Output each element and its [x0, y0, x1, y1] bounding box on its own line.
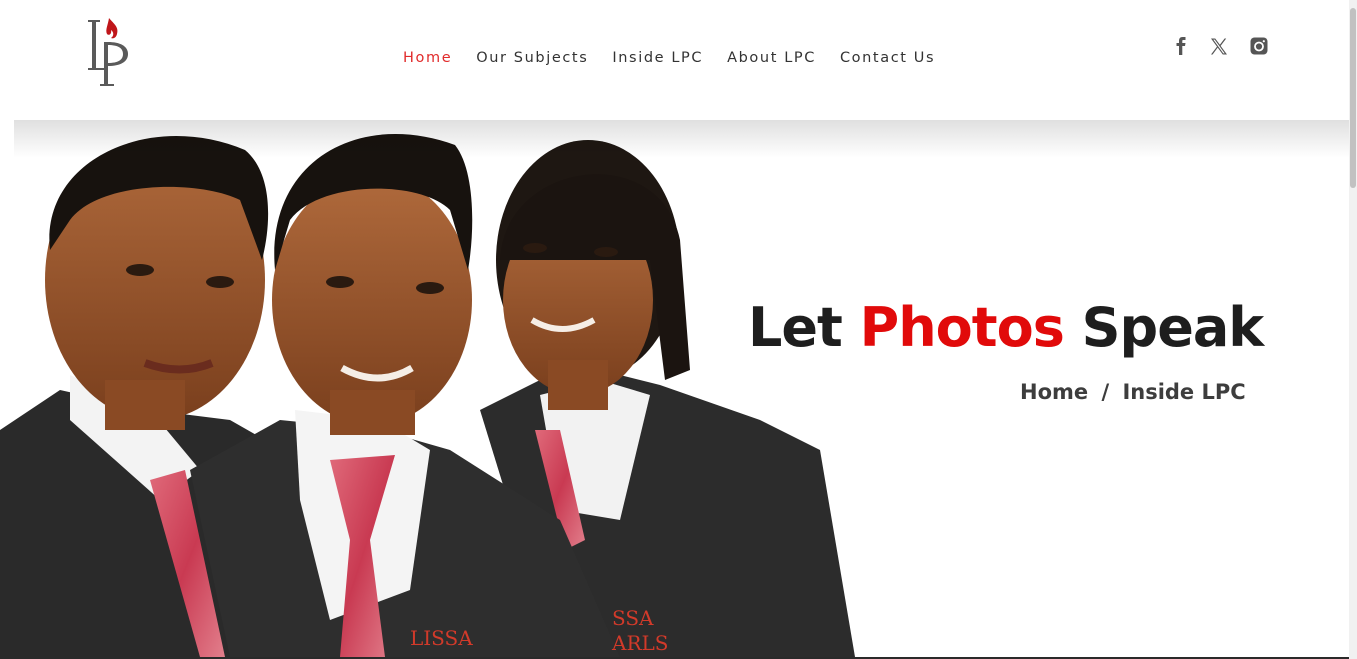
site-header: Home Our Subjects Inside LPC About LPC C…	[0, 0, 1349, 120]
breadcrumb: Home / Inside LPC	[1020, 380, 1246, 404]
title-part-2: Speak	[1063, 296, 1265, 359]
title-part-1: Let	[748, 296, 860, 359]
instagram-icon[interactable]	[1248, 35, 1270, 57]
nav-our-subjects[interactable]: Our Subjects	[476, 50, 588, 66]
main-nav: Home Our Subjects Inside LPC About LPC C…	[403, 50, 959, 66]
page-scrollbar[interactable]	[1349, 0, 1357, 659]
nav-inside-lpc[interactable]: Inside LPC	[612, 50, 703, 66]
scrollbar-thumb[interactable]	[1350, 8, 1356, 188]
nav-home[interactable]: Home	[403, 50, 452, 66]
svg-text:SSA: SSA	[612, 606, 654, 630]
nav-about-lpc[interactable]: About LPC	[727, 50, 816, 66]
students-photo: LISSA SSA ARLS	[0, 133, 855, 657]
breadcrumb-separator: /	[1101, 380, 1110, 404]
x-twitter-icon[interactable]	[1208, 35, 1230, 57]
title-accent: Photos	[859, 296, 1065, 359]
svg-text:ARLS: ARLS	[611, 631, 668, 655]
school-logo[interactable]	[86, 18, 136, 90]
hero-title: Let Photos Speak	[748, 296, 1265, 359]
nav-contact-us[interactable]: Contact Us	[840, 50, 935, 66]
facebook-icon[interactable]	[1170, 35, 1192, 57]
breadcrumb-current: Inside LPC	[1122, 380, 1246, 404]
svg-text:LISSA: LISSA	[410, 626, 473, 650]
breadcrumb-home-link[interactable]: Home	[1020, 380, 1088, 404]
